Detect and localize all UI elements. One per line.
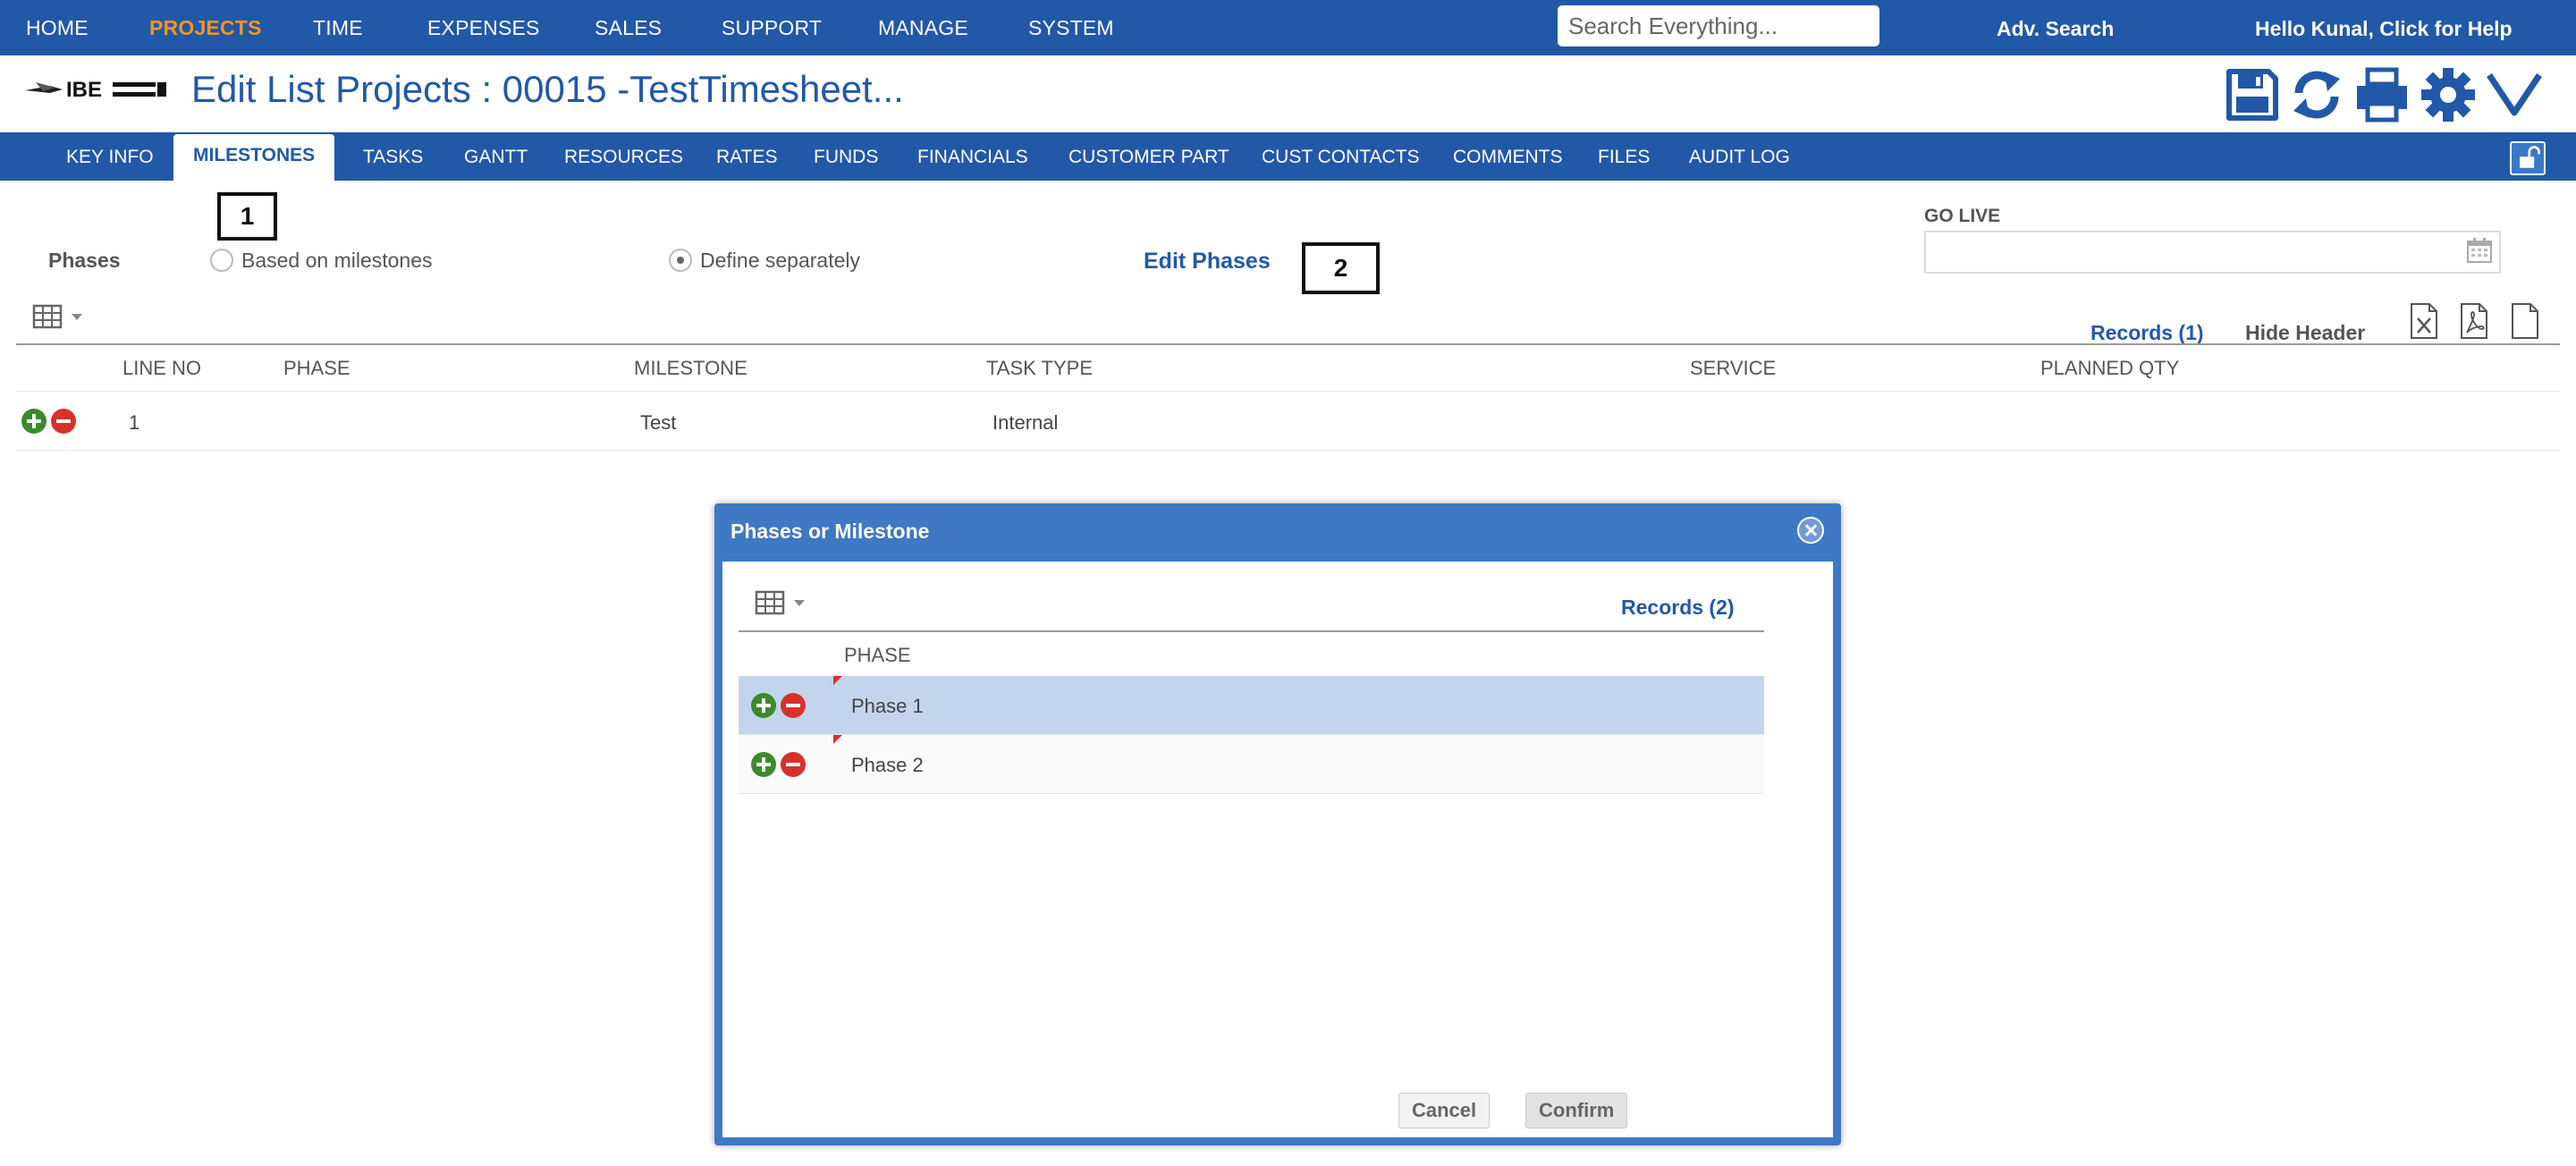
tab-audit-log[interactable]: AUDIT LOG: [1689, 147, 1790, 168]
remove-row-icon[interactable]: [781, 752, 806, 777]
save-icon[interactable]: [2224, 66, 2281, 123]
phases-milestone-dialog: Phases or Milestone Records (2) PHASE Ph…: [714, 503, 1841, 1145]
list-item[interactable]: Phase 2: [739, 735, 1764, 794]
list-item[interactable]: Phase 1: [739, 676, 1764, 735]
tab-files[interactable]: FILES: [1598, 147, 1650, 168]
tab-comments[interactable]: COMMENTS: [1453, 147, 1563, 168]
chevron-down-icon[interactable]: [2486, 66, 2543, 123]
unlock-icon[interactable]: [2510, 141, 2546, 175]
hide-header-link[interactable]: Hide Header: [2245, 321, 2365, 345]
cell-line-no: 1: [129, 411, 140, 434]
add-row-icon[interactable]: [21, 409, 46, 434]
column-header-phase[interactable]: PHASE: [283, 357, 351, 380]
company-logo: IBE: [25, 78, 166, 102]
column-header-task-type[interactable]: TASK TYPE: [986, 357, 1093, 380]
radio-define-separately-label[interactable]: Define separately: [700, 249, 860, 273]
nav-manage[interactable]: MANAGE: [878, 16, 968, 40]
print-icon[interactable]: [2353, 66, 2411, 123]
radio-based-on-milestones-label[interactable]: Based on milestones: [241, 249, 433, 273]
pdf-export-icon[interactable]: [2458, 302, 2490, 340]
go-live-label: GO LIVE: [1924, 206, 2001, 226]
annotation-box-2: 2: [1302, 242, 1380, 294]
row-divider: [16, 391, 2560, 392]
tab-financials[interactable]: FINANCIALS: [917, 147, 1028, 168]
tab-gantt[interactable]: GANTT: [464, 147, 528, 168]
nav-system[interactable]: SYSTEM: [1028, 16, 1114, 40]
nav-support[interactable]: SUPPORT: [722, 16, 822, 40]
page-title: Edit List Projects : 00015 -TestTimeshee…: [191, 68, 904, 110]
tab-cust-contacts[interactable]: CUST CONTACTS: [1262, 147, 1420, 168]
cell-task-type[interactable]: Internal: [992, 411, 1058, 435]
close-icon[interactable]: [1797, 517, 1824, 544]
nav-home[interactable]: HOME: [26, 16, 89, 40]
radio-based-on-milestones[interactable]: [210, 249, 233, 272]
tab-tasks[interactable]: TASKS: [363, 147, 423, 168]
edited-flag-icon: [833, 735, 842, 744]
calendar-icon[interactable]: [2466, 237, 2493, 264]
remove-row-icon[interactable]: [51, 409, 76, 434]
tab-milestones[interactable]: MILESTONES: [173, 134, 335, 181]
file-export-icon[interactable]: [2509, 302, 2541, 340]
phases-label: Phases: [48, 249, 121, 272]
nav-projects[interactable]: PROJECTS: [149, 16, 262, 40]
column-header-milestone[interactable]: MILESTONE: [634, 357, 747, 380]
tab-key-info[interactable]: KEY INFO: [66, 147, 154, 168]
row-divider: [16, 450, 2560, 451]
nav-expenses[interactable]: EXPENSES: [427, 16, 540, 40]
tab-customer-part[interactable]: CUSTOMER PART: [1068, 147, 1229, 168]
remove-row-icon[interactable]: [781, 693, 806, 718]
top-navigation: HOME PROJECTS TIME EXPENSES SALES SUPPOR…: [0, 0, 2576, 55]
dialog-grid-divider: [739, 630, 1764, 632]
phase-name[interactable]: Phase 2: [851, 754, 924, 777]
column-header-planned-qty[interactable]: PLANNED QTY: [2040, 357, 2179, 380]
records-count-link[interactable]: Records (1): [2090, 321, 2204, 345]
user-greeting-help-link[interactable]: Hello Kunal, Click for Help: [2255, 17, 2513, 41]
edit-phases-link[interactable]: Edit Phases: [1144, 249, 1271, 275]
nav-time[interactable]: TIME: [313, 16, 363, 40]
excel-export-icon[interactable]: [2408, 302, 2440, 340]
grid-view-icon[interactable]: [755, 590, 810, 617]
tab-bar: KEY INFO MILESTONES TASKS GANTT RESOURCE…: [0, 132, 2576, 181]
grid-header-divider: [16, 343, 2560, 345]
phase-name[interactable]: Phase 1: [851, 695, 924, 718]
refresh-icon[interactable]: [2288, 66, 2345, 123]
annotation-box-1: 1: [217, 192, 277, 241]
cancel-button[interactable]: Cancel: [1398, 1093, 1491, 1128]
cell-milestone[interactable]: Test: [640, 411, 676, 435]
grid-view-icon[interactable]: [32, 304, 88, 331]
dialog-column-header-phase[interactable]: PHASE: [844, 644, 911, 667]
tab-funds[interactable]: FUNDS: [814, 147, 878, 168]
settings-icon[interactable]: [2420, 66, 2477, 123]
search-input[interactable]: [1558, 5, 1879, 46]
add-row-icon[interactable]: [751, 752, 776, 777]
nav-sales[interactable]: SALES: [595, 16, 662, 40]
dialog-records-count-link[interactable]: Records (2): [1621, 596, 1735, 620]
add-row-icon[interactable]: [751, 693, 776, 718]
go-live-date-input[interactable]: [1924, 231, 2501, 274]
confirm-button[interactable]: Confirm: [1525, 1093, 1628, 1128]
edited-flag-icon: [833, 676, 842, 685]
column-header-line-no[interactable]: LINE NO: [122, 357, 201, 380]
dialog-body: Records (2) PHASE Phase 1 Phase 2 Cancel…: [722, 562, 1833, 1137]
column-header-service[interactable]: SERVICE: [1690, 357, 1776, 380]
advanced-search-link[interactable]: Adv. Search: [1997, 17, 2114, 41]
tab-rates[interactable]: RATES: [716, 147, 777, 168]
tab-resources[interactable]: RESOURCES: [564, 147, 683, 168]
dialog-title: Phases or Milestone: [731, 520, 930, 543]
logo-text: IBE: [66, 78, 102, 102]
radio-define-separately[interactable]: [669, 249, 692, 272]
